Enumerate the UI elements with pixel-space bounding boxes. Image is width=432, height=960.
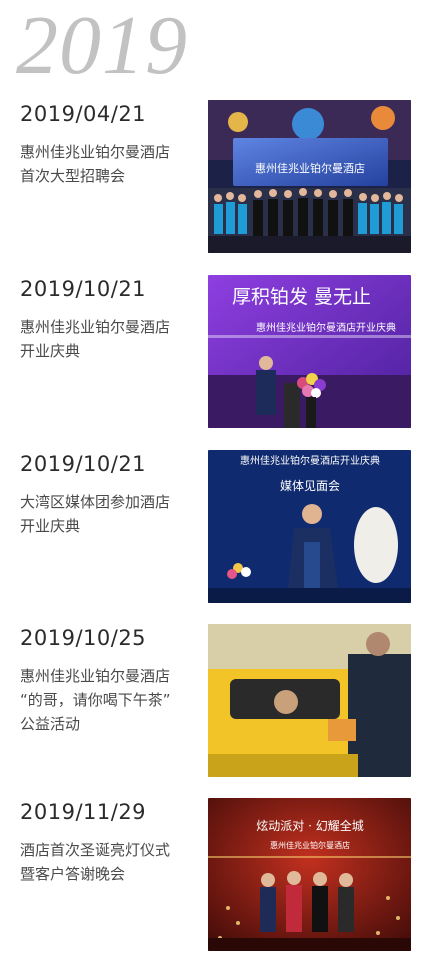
entry-date: 2019/10/21 [20, 452, 147, 476]
timeline-entry: 2019/10/21 惠州佳兆业铂尔曼酒店 开业庆典 厚积铂发 曼无止 惠州佳兆… [0, 275, 432, 437]
entry-date: 2019/10/25 [20, 626, 147, 650]
media-conference-photo: 惠州佳兆业铂尔曼酒店开业庆典 媒体见面会 [208, 450, 411, 603]
entry-date: 2019/10/21 [20, 277, 147, 301]
entry-line: 惠州佳兆业铂尔曼酒店 [20, 667, 171, 685]
photo-caption: 惠州佳兆业铂尔曼酒店开业庆典 [240, 454, 380, 467]
entry-description: 大湾区媒体团参加酒店 开业庆典 [20, 490, 198, 538]
entry-line: “的哥，请你喝下午茶” [20, 691, 171, 709]
entry-photo[interactable] [208, 624, 411, 777]
entry-line: 惠州佳兆业铂尔曼酒店 [20, 143, 171, 161]
entry-date: 2019/11/29 [20, 800, 147, 824]
entry-line: 惠州佳兆业铂尔曼酒店 [20, 318, 171, 336]
entry-line: 酒店首次圣诞亮灯仪式 [20, 841, 171, 859]
entry-description: 酒店首次圣诞亮灯仪式 暨客户答谢晚会 [20, 838, 198, 886]
photo-caption: 炫动派对 · 幻耀全城 [256, 818, 363, 833]
timeline-page: 2019 2019/04/21 惠州佳兆业铂尔曼酒店 首次大型招聘会 惠州佳兆业… [0, 0, 432, 960]
entry-date: 2019/04/21 [20, 102, 147, 126]
entry-description: 惠州佳兆业铂尔曼酒店 “的哥，请你喝下午茶” 公益活动 [20, 664, 198, 736]
timeline-entry: 2019/04/21 惠州佳兆业铂尔曼酒店 首次大型招聘会 惠州佳兆业铂尔曼酒店 [0, 100, 432, 262]
opening-ceremony-photo: 厚积铂发 曼无止 惠州佳兆业铂尔曼酒店开业庆典 [208, 275, 411, 428]
photo-subcaption: 媒体见面会 [280, 479, 340, 493]
entry-photo[interactable]: 惠州佳兆业铂尔曼酒店 [208, 100, 411, 253]
entry-line: 开业庆典 [20, 342, 81, 360]
entry-line: 开业庆典 [20, 517, 81, 535]
entry-line: 首次大型招聘会 [20, 167, 126, 185]
photo-caption: 厚积铂发 曼无止 [232, 286, 371, 308]
photo-subcaption: 惠州佳兆业铂尔曼酒店开业庆典 [256, 321, 396, 334]
entry-photo[interactable]: 惠州佳兆业铂尔曼酒店开业庆典 媒体见面会 [208, 450, 411, 603]
entry-description: 惠州佳兆业铂尔曼酒店 开业庆典 [20, 315, 198, 363]
entry-line: 大湾区媒体团参加酒店 [20, 493, 171, 511]
entry-line: 暨客户答谢晚会 [20, 865, 126, 883]
taxi-tea-photo [208, 624, 411, 777]
christmas-lighting-photo: 炫动派对 · 幻耀全城 惠州佳兆业铂尔曼酒店 [208, 798, 411, 951]
entry-photo[interactable]: 厚积铂发 曼无止 惠州佳兆业铂尔曼酒店开业庆典 [208, 275, 411, 428]
recruitment-fair-photo: 惠州佳兆业铂尔曼酒店 [208, 100, 411, 253]
entry-description: 惠州佳兆业铂尔曼酒店 首次大型招聘会 [20, 140, 198, 188]
timeline-entry: 2019/10/21 大湾区媒体团参加酒店 开业庆典 惠州佳兆业铂尔曼酒店开业庆… [0, 450, 432, 612]
entry-photo[interactable]: 炫动派对 · 幻耀全城 惠州佳兆业铂尔曼酒店 [208, 798, 411, 951]
entry-line: 公益活动 [20, 715, 81, 733]
photo-subcaption: 惠州佳兆业铂尔曼酒店 [270, 840, 350, 850]
timeline-entry: 2019/11/29 酒店首次圣诞亮灯仪式 暨客户答谢晚会 炫动派对 · 幻耀全… [0, 798, 432, 960]
timeline-entry: 2019/10/25 惠州佳兆业铂尔曼酒店 “的哥，请你喝下午茶” 公益活动 [0, 624, 432, 786]
year-heading: 2019 [16, 0, 188, 92]
photo-caption: 惠州佳兆业铂尔曼酒店 [255, 161, 365, 175]
